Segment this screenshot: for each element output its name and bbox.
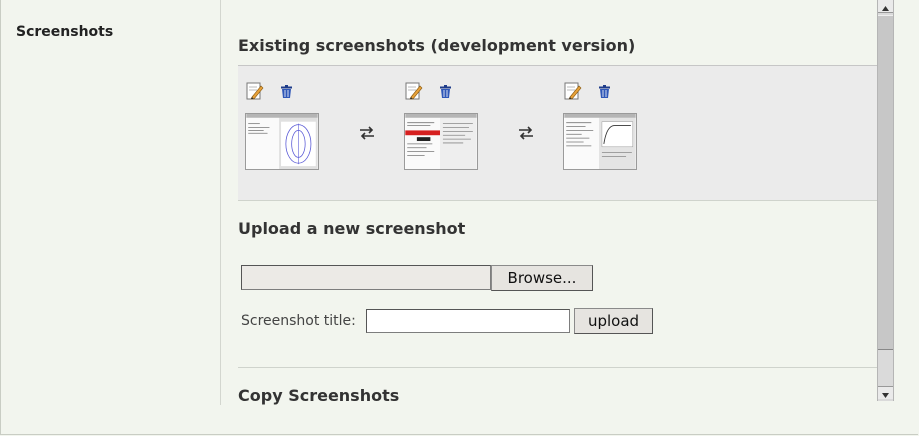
edit-icon[interactable] — [246, 82, 264, 100]
arrow-down-icon — [882, 393, 889, 398]
screenshot-thumbnail[interactable] — [563, 113, 637, 170]
upload-heading: Upload a new screenshot — [238, 219, 466, 238]
screenshot-thumbnail[interactable] — [404, 113, 478, 170]
screenshot-title-input[interactable] — [366, 309, 570, 333]
screenshot-gallery — [238, 65, 878, 201]
copy-screenshots-heading: Copy Screenshots — [238, 386, 400, 405]
edit-icon[interactable] — [564, 82, 582, 100]
scroll-down-button[interactable] — [878, 386, 893, 399]
edit-icon[interactable] — [405, 82, 423, 100]
screenshot-title-label: Screenshot title: — [241, 313, 356, 329]
section-title: Screenshots — [16, 24, 114, 40]
arrow-up-icon — [882, 6, 889, 11]
existing-screenshots-heading: Existing screenshots (development versio… — [238, 36, 636, 55]
screenshot-item — [397, 82, 478, 178]
content-panel: Existing screenshots (development versio… — [220, 0, 878, 405]
scrollbar-thumb[interactable] — [878, 15, 893, 350]
screenshot-item — [238, 82, 319, 178]
trash-icon[interactable] — [281, 85, 292, 98]
swap-arrows-icon[interactable] — [359, 126, 375, 140]
browse-button[interactable]: Browse... — [491, 265, 593, 291]
screenshot-thumbnail[interactable] — [245, 113, 319, 170]
divider — [238, 367, 878, 368]
upload-button[interactable]: upload — [574, 308, 653, 334]
file-path-field[interactable] — [241, 265, 491, 290]
screenshot-item — [556, 82, 637, 178]
scroll-up-button[interactable] — [878, 0, 893, 13]
swap-arrows-icon[interactable] — [518, 126, 534, 140]
vertical-scrollbar[interactable] — [877, 0, 894, 401]
trash-icon[interactable] — [599, 85, 610, 98]
divider — [238, 200, 878, 201]
trash-icon[interactable] — [440, 85, 451, 98]
